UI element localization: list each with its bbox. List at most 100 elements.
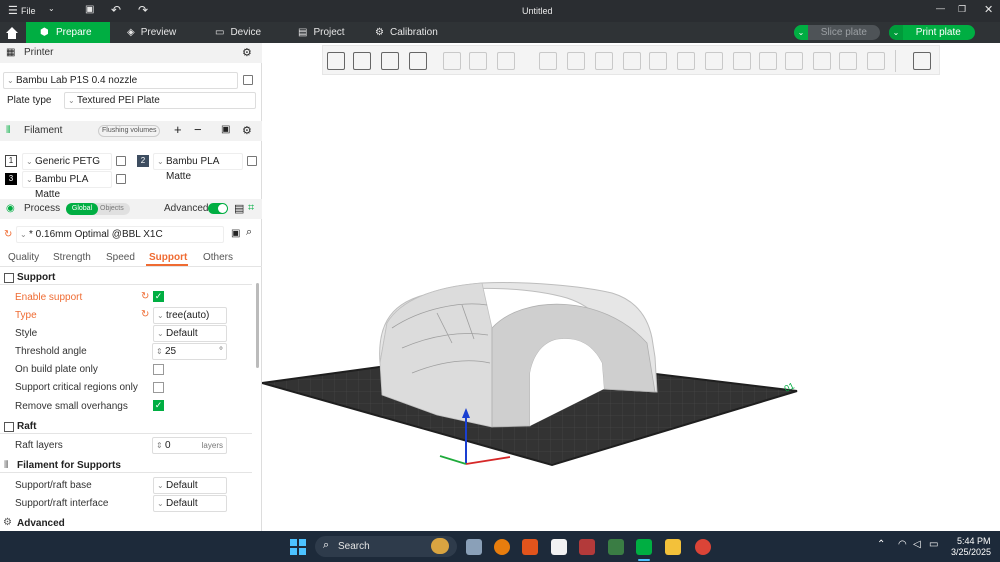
objects-toggle[interactable]: Objects (100, 203, 128, 215)
edit-icon[interactable] (116, 156, 126, 166)
file-menu[interactable]: File (21, 6, 36, 16)
blender-icon[interactable] (494, 539, 510, 555)
filament-icon: ⦀ (6, 125, 11, 136)
remove-small-overhangs-label: Remove small overhangs (15, 401, 128, 412)
app-icon[interactable] (551, 539, 567, 555)
raft-layers-input[interactable]: ⇕ 0 layers (152, 437, 227, 454)
critical-regions-checkbox[interactable] (153, 382, 164, 393)
remove-small-overhangs-checkbox[interactable]: ✓ (153, 400, 164, 411)
calibration-icon: ⚙ (375, 27, 384, 38)
build-plate-only-checkbox[interactable] (153, 364, 164, 375)
tab-project[interactable]: ▤ Project (298, 22, 345, 43)
flushing-volumes-button[interactable]: Flushing volumes (98, 125, 161, 137)
stepper-icon[interactable]: ⇕ (156, 344, 163, 359)
advanced-toggle[interactable] (208, 203, 228, 214)
chevron-down-icon[interactable]: ⌄ (794, 25, 808, 40)
process-profile-select[interactable]: ⌄ * 0.16mm Optimal @BBL X1C (16, 226, 224, 243)
reset-icon[interactable]: ↻ (141, 309, 149, 320)
tab-quality[interactable]: Quality (8, 252, 39, 263)
tab-others[interactable]: Others (203, 252, 233, 263)
search-icon[interactable]: ⌕ (246, 226, 252, 239)
clock-date[interactable]: 3/25/2025 (951, 547, 991, 557)
chevron-down-icon[interactable]: ⌄ (889, 25, 903, 40)
app-icon[interactable] (608, 539, 624, 555)
tab-strength[interactable]: Strength (53, 252, 91, 263)
global-objects-switch[interactable]: Global Objects (66, 203, 130, 215)
edit-icon[interactable] (243, 75, 253, 85)
filament-sync-icon[interactable]: ▣ (221, 124, 230, 135)
tab-device[interactable]: ▭ Device (215, 22, 261, 43)
tab-prepare[interactable]: ⬢ Prepare (26, 22, 110, 43)
app-icon[interactable] (579, 539, 595, 555)
reset-icon[interactable]: ↻ (4, 229, 12, 240)
threshold-angle-input[interactable]: ⇕ 25 ° (152, 343, 227, 360)
stepper-icon[interactable]: ⇕ (156, 438, 163, 453)
home-icon (6, 27, 18, 39)
settings-panel: ▦ Printer ⚙ ⌄ Bambu Lab P1S 0.4 nozzle P… (0, 43, 262, 531)
cube-icon: ⬢ (40, 27, 49, 38)
hamburger-menu-icon[interactable]: ☰ (8, 4, 18, 17)
support-interface-select[interactable]: ⌄ Default (153, 495, 227, 512)
chrome-icon[interactable] (695, 539, 711, 555)
filament-2-select[interactable]: ⌄ Bambu PLA Matte (153, 153, 243, 182)
taskbar-search[interactable]: ⌕ Search (315, 536, 457, 557)
restore-icon[interactable]: ❐ (958, 4, 966, 15)
wifi-icon[interactable]: ◠ (898, 539, 907, 550)
save-icon[interactable]: ▣ (231, 228, 240, 239)
chevron-down-icon: ⌄ (7, 76, 14, 85)
gear-icon[interactable]: ⚙ (242, 46, 252, 59)
enable-support-checkbox[interactable]: ✓ (153, 291, 164, 302)
filament-3-select[interactable]: ⌄ Bambu PLA Matte (22, 171, 112, 200)
chevron-up-icon[interactable]: ⌃ (877, 539, 885, 550)
save-icon[interactable]: ▣ (85, 4, 94, 15)
task-view-icon[interactable] (466, 539, 482, 555)
filament-3-swatch[interactable]: 3 (5, 173, 17, 185)
advanced-group-title: Advanced (17, 518, 65, 529)
file-explorer-icon[interactable] (665, 539, 681, 555)
main-toolbar: ⬢ Prepare ◈ Preview ▭ Device ▤ Project ⚙ Cal… (0, 22, 1000, 43)
global-toggle[interactable]: Global (66, 203, 98, 215)
home-button[interactable] (0, 22, 24, 43)
filament-2-swatch[interactable]: 2 (137, 155, 149, 167)
filament-1-select[interactable]: ⌄ Generic PETG (22, 153, 112, 170)
battery-icon[interactable]: ▭ (929, 539, 938, 550)
process-section-header: ◉ Process Global Objects Advanced ▤ ⌗ (0, 199, 262, 219)
support-base-label: Support/raft base (15, 480, 92, 491)
grid-icon[interactable]: ⌗ (248, 202, 254, 215)
gear-icon[interactable]: ⚙ (242, 124, 252, 137)
tab-support[interactable]: Support (149, 252, 187, 263)
volume-icon[interactable]: ◁ (913, 539, 921, 550)
bambu-studio-icon[interactable] (636, 539, 652, 555)
support-base-select[interactable]: ⌄ Default (153, 477, 227, 494)
edit-icon[interactable] (116, 174, 126, 184)
redo-icon[interactable]: ↷ (138, 3, 148, 17)
windows-start-icon[interactable] (290, 539, 306, 555)
chevron-down-icon[interactable]: ⌄ (48, 4, 55, 13)
filament-1-swatch[interactable]: 1 (5, 155, 17, 167)
support-style-select[interactable]: ⌄ Default (153, 325, 227, 342)
remove-icon[interactable]: − (194, 122, 202, 137)
clock-time[interactable]: 5:44 PM (957, 536, 991, 546)
app-icon[interactable] (522, 539, 538, 555)
tab-speed[interactable]: Speed (106, 252, 135, 263)
undo-icon[interactable]: ↶ (111, 3, 121, 17)
print-plate-button[interactable]: ⌄ Print plate (889, 25, 975, 40)
minimize-icon[interactable]: — (936, 3, 945, 13)
printer-select[interactable]: ⌄ Bambu Lab P1S 0.4 nozzle (3, 72, 238, 89)
add-icon[interactable]: + (174, 122, 182, 137)
reset-icon[interactable]: ↻ (141, 291, 149, 302)
chevron-down-icon: ⌄ (157, 311, 164, 320)
scrollbar[interactable] (256, 283, 259, 368)
enable-support-label: Enable support (15, 292, 83, 303)
support-type-select[interactable]: ⌄ tree(auto) (153, 307, 227, 324)
tab-preview[interactable]: ◈ Preview (127, 22, 176, 43)
edit-icon[interactable] (247, 156, 257, 166)
filament-supports-icon: ⦀ (4, 460, 9, 471)
tab-calibration[interactable]: ⚙ Calibration (375, 22, 438, 43)
compare-icon[interactable]: ▤ (234, 202, 244, 215)
plate-type-select[interactable]: ⌄ Textured PEI Plate (64, 92, 256, 109)
filament-section-header: ⦀ Filament Flushing volumes + − ▣ ⚙ (0, 121, 262, 141)
slice-plate-button[interactable]: ⌄ Slice plate (794, 25, 880, 40)
3d-viewport[interactable]: 01 (262, 43, 1000, 531)
close-icon[interactable]: ✕ (984, 3, 993, 16)
